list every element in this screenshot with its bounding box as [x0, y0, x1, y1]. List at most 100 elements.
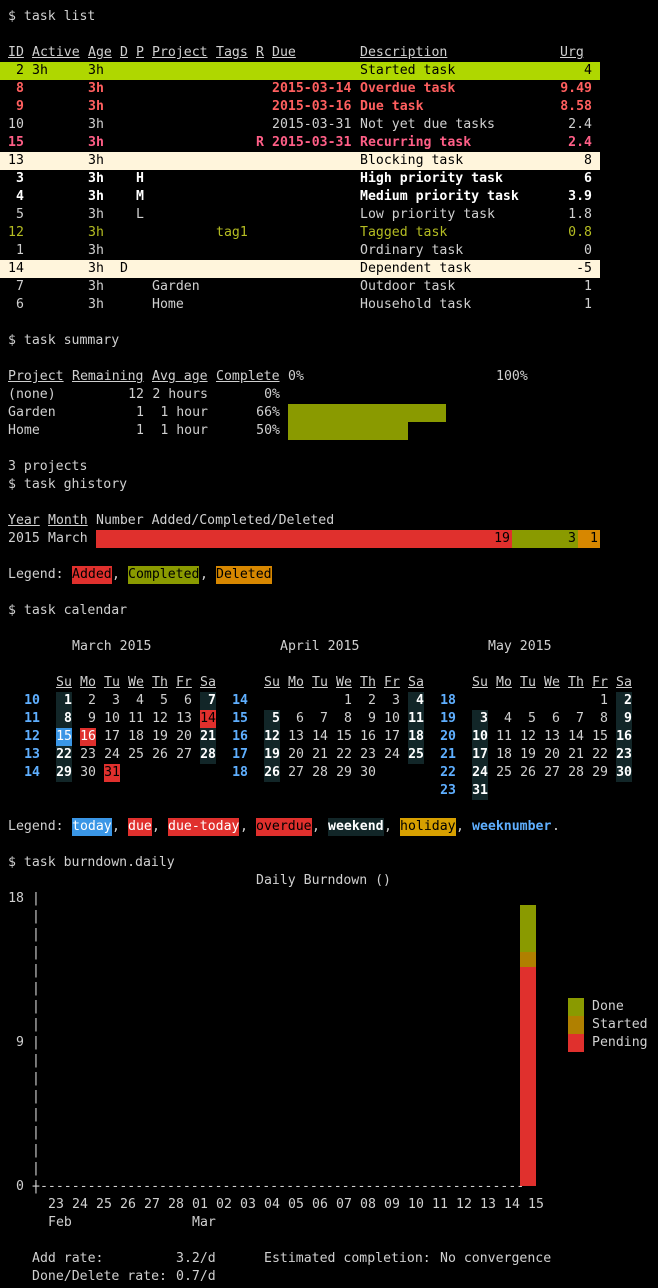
y-axis: | — [32, 981, 40, 996]
calendar-legend: Legend: today, due, due-today, overdue, … — [0, 818, 600, 836]
table-row[interactable]: 4 3h M Medium priority task 3.9 — [0, 188, 600, 206]
task-active: 3h — [32, 63, 48, 78]
task-tags: tag1 — [216, 225, 248, 240]
month-label: Feb — [48, 1215, 72, 1230]
table-row[interactable]: 6 3h Home Household task 1 — [0, 296, 600, 314]
ghistory-row: 2015 March 19 3 1 — [0, 530, 600, 548]
calendar-day[interactable]: 20 — [544, 746, 560, 764]
task-id: 10 — [8, 117, 24, 132]
command-text: $ task ghistory — [8, 477, 128, 492]
legend-item: , — [456, 819, 472, 834]
task-id: 7 — [8, 279, 24, 294]
calendar-day[interactable]: 26 — [520, 764, 536, 782]
task-dependency: D — [120, 261, 128, 276]
task-priority: L — [136, 207, 144, 222]
command-text: $ task calendar — [8, 603, 128, 618]
calendar-day[interactable]: 22 — [592, 746, 608, 764]
table-row[interactable]: 7 3h Garden Outdoor task 1 — [0, 278, 600, 296]
column-header: Urg — [560, 45, 584, 60]
calendar-day[interactable]: 30 — [616, 764, 632, 782]
calendar-day[interactable]: 16 — [616, 728, 632, 746]
task-urgency: 0 — [584, 243, 592, 258]
task-age: 3h — [88, 63, 104, 78]
table-row[interactable]: 15 3h R 2015-03-31 Recurring task 2.4 — [0, 134, 600, 152]
calendar-day[interactable]: 17 — [472, 746, 488, 764]
added-bar: 19 — [96, 530, 512, 548]
table-row[interactable]: 13 3h Blocking task 8 — [0, 152, 600, 170]
calendar-day[interactable]: 14 — [568, 728, 584, 746]
calendar-day[interactable]: 8 — [592, 710, 608, 728]
calendar-day[interactable]: 15 — [592, 728, 608, 746]
calendar-day[interactable]: 29 — [592, 764, 608, 782]
calendar-day[interactable]: 7 — [568, 710, 584, 728]
calendar-day[interactable]: 12 — [520, 728, 536, 746]
table-row[interactable]: 14 3h D Dependent task -5 — [0, 260, 600, 278]
calendar-day[interactable]: 25 — [496, 764, 512, 782]
legend-item: , — [152, 819, 168, 834]
week-number: 19 — [440, 711, 456, 726]
table-row[interactable]: 1 3h Ordinary task 0 — [0, 242, 600, 260]
calendar-day[interactable]: 31 — [472, 782, 488, 800]
calendar-day[interactable]: 10 — [472, 728, 488, 746]
legend-item: weekend — [328, 818, 384, 836]
x-axis-line: +---------------------------------------… — [0, 1178, 560, 1196]
calendar-day[interactable]: 2 — [616, 692, 632, 710]
y-axis-segment: | — [0, 980, 600, 998]
y-axis-segment: | — [0, 1070, 600, 1088]
calendar-day[interactable]: 9 — [616, 710, 632, 728]
table-row[interactable]: 8 3h 2015-03-14 Overdue task 9.49 — [0, 80, 600, 98]
calendar-week-row: 18 1 2 — [0, 692, 632, 710]
table-row[interactable]: 3 3h H High priority task 6 — [0, 170, 600, 188]
x-tick-label: 01 — [192, 1197, 208, 1212]
table-row[interactable]: 12 3h tag1 Tagged task 0.8 — [0, 224, 600, 242]
column-header: Complete — [216, 369, 280, 384]
legend-added: Added — [72, 566, 112, 584]
task-urgency: 8 — [584, 153, 592, 168]
calendar-day[interactable]: 21 — [568, 746, 584, 764]
column-header: Tags — [216, 45, 248, 60]
stats-row: Done/Delete rate: 0.7/d — [0, 1268, 600, 1286]
table-row[interactable]: 9 3h 2015-03-16 Due task 8.58 — [0, 98, 600, 116]
legend-deleted: Deleted — [216, 566, 272, 584]
legend-item: , — [112, 819, 128, 834]
calendar-day[interactable]: 28 — [568, 764, 584, 782]
calendar-day[interactable]: 6 — [544, 710, 560, 728]
calendar-day[interactable]: 13 — [544, 728, 560, 746]
table-row[interactable]: 2 3h 3h Started task 4 — [0, 62, 600, 80]
calendar-day[interactable]: 23 — [616, 746, 632, 764]
x-tick-row: 23 24 25 26 27 28 01 02 03 04 05 06 07 08 09 10 11 12 13 14… — [0, 1196, 600, 1214]
column-header: Description — [360, 45, 448, 60]
task-age: 3h — [88, 171, 104, 186]
legend-row: Started — [0, 1016, 648, 1034]
task-description: High priority task — [360, 171, 503, 186]
task-age: 3h — [88, 135, 104, 150]
ghistory-header: Year Month Number Added/Completed/Deleted — [0, 512, 600, 530]
y-axis: | — [32, 1107, 40, 1122]
task-id: 1 — [8, 243, 24, 258]
task-due: 2015-03-31 — [272, 135, 352, 150]
legend-item: weeknumber — [472, 819, 552, 834]
task-id: 9 — [8, 99, 24, 114]
summary-header-row: Project Remaining Avg age Complete 0% 100% — [0, 368, 600, 386]
x-tick-label: 26 — [120, 1197, 136, 1212]
legend-item: . — [552, 819, 560, 834]
month-label: Mar — [192, 1215, 216, 1230]
calendar-day[interactable]: 1 — [592, 692, 608, 710]
x-tick-label: 15 — [528, 1197, 544, 1212]
calendar-day[interactable]: 19 — [520, 746, 536, 764]
calendar-day[interactable]: 5 — [520, 710, 536, 728]
calendar-day[interactable]: 4 — [496, 710, 512, 728]
calendar-day[interactable]: 27 — [544, 764, 560, 782]
command-line: $ task summary — [0, 332, 600, 350]
task-id: 13 — [8, 153, 24, 168]
calendar-day[interactable]: 3 — [472, 710, 488, 728]
table-row[interactable]: 5 3h L Low priority task 1.8 — [0, 206, 600, 224]
summary-avg-age: 1 hour — [160, 405, 208, 420]
calendar-day[interactable]: 24 — [472, 764, 488, 782]
stats-row: Add rate: 3.2/d Estimated completion: No co… — [0, 1250, 600, 1268]
task-id: 3 — [8, 171, 24, 186]
legend-item: today — [72, 818, 112, 836]
table-row[interactable]: 10 3h 2015-03-31 Not yet due tasks 2.4 — [0, 116, 600, 134]
calendar-day[interactable]: 18 — [496, 746, 512, 764]
calendar-day[interactable]: 11 — [496, 728, 512, 746]
